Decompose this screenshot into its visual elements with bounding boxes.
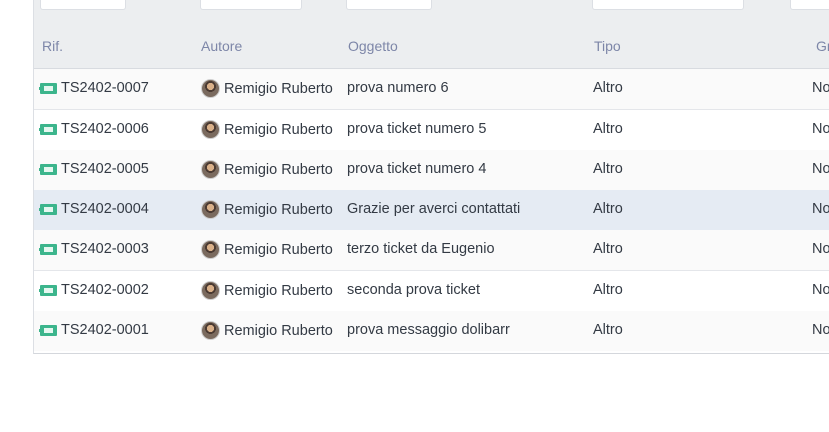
- ticket-group: No: [812, 241, 829, 257]
- ticket-subject: terzo ticket da Eugenio: [347, 241, 495, 257]
- user-avatar: [201, 200, 220, 219]
- ticket-subject: seconda prova ticket: [347, 282, 480, 298]
- filter-subject-input[interactable]: [346, 0, 432, 10]
- ticket-group: No: [812, 282, 829, 298]
- column-header-group[interactable]: Gr: [816, 38, 829, 54]
- ticket-icon: [39, 243, 57, 255]
- ticket-ref-link[interactable]: TS2402-0004: [39, 201, 149, 217]
- ticket-subject: prova ticket numero 4: [347, 161, 487, 177]
- ticket-ref-text[interactable]: TS2402-0003: [61, 241, 149, 257]
- ticket-type: Altro: [593, 241, 623, 257]
- ticket-ref-text[interactable]: TS2402-0005: [61, 161, 149, 177]
- table-row[interactable]: TS2402-0002 Remigio Ruberto seconda prov…: [34, 271, 829, 312]
- author-link[interactable]: Remigio Ruberto: [201, 200, 333, 219]
- filter-group-select[interactable]: [790, 0, 829, 10]
- ticket-icon: [39, 163, 57, 175]
- ticket-subject: prova numero 6: [347, 80, 449, 96]
- filter-author-input[interactable]: [200, 0, 302, 10]
- ticket-list-table: Rif. Autore Oggetto Tipo Gr TS2402-0007 …: [33, 0, 829, 354]
- filter-row: [34, 0, 829, 26]
- table-row[interactable]: TS2402-0003 Remigio Ruberto terzo ticket…: [34, 230, 829, 271]
- ticket-group: No: [812, 161, 829, 177]
- author-name[interactable]: Remigio Ruberto: [224, 122, 333, 138]
- column-header-ref[interactable]: Rif.: [42, 38, 63, 54]
- ticket-icon: [39, 284, 57, 296]
- table-row[interactable]: TS2402-0005 Remigio Ruberto prova ticket…: [34, 150, 829, 191]
- ticket-icon: [39, 123, 57, 135]
- ticket-ref-link[interactable]: TS2402-0006: [39, 121, 149, 137]
- author-link[interactable]: Remigio Ruberto: [201, 240, 333, 259]
- ticket-ref-text[interactable]: TS2402-0006: [61, 121, 149, 137]
- column-header-subject[interactable]: Oggetto: [348, 38, 398, 54]
- author-name[interactable]: Remigio Ruberto: [224, 162, 333, 178]
- ticket-type: Altro: [593, 282, 623, 298]
- user-avatar: [201, 281, 220, 300]
- ticket-group: No: [812, 201, 829, 217]
- table-row[interactable]: TS2402-0007 Remigio Ruberto prova numero…: [34, 69, 829, 110]
- ticket-type: Altro: [593, 322, 623, 338]
- author-name[interactable]: Remigio Ruberto: [224, 283, 333, 299]
- ticket-ref-text[interactable]: TS2402-0007: [61, 80, 149, 96]
- ticket-subject: Grazie per averci contattati: [347, 201, 521, 217]
- ticket-icon: [39, 324, 57, 336]
- ticket-subject: prova messaggio dolibarr: [347, 322, 510, 338]
- table-header: Rif. Autore Oggetto Tipo Gr: [34, 26, 829, 69]
- user-avatar: [201, 240, 220, 259]
- table-row[interactable]: TS2402-0006 Remigio Ruberto prova ticket…: [34, 110, 829, 151]
- ticket-type: Altro: [593, 161, 623, 177]
- ticket-ref-link[interactable]: TS2402-0005: [39, 161, 149, 177]
- ticket-type: Altro: [593, 121, 623, 137]
- filter-ref-input[interactable]: [40, 0, 126, 10]
- author-link[interactable]: Remigio Ruberto: [201, 160, 333, 179]
- column-header-type[interactable]: Tipo: [594, 38, 621, 54]
- ticket-ref-link[interactable]: TS2402-0002: [39, 282, 149, 298]
- author-name[interactable]: Remigio Ruberto: [224, 202, 333, 218]
- user-avatar: [201, 120, 220, 139]
- author-name[interactable]: Remigio Ruberto: [224, 81, 333, 97]
- user-avatar: [201, 160, 220, 179]
- author-link[interactable]: Remigio Ruberto: [201, 281, 333, 300]
- ticket-icon: [39, 203, 57, 215]
- ticket-group: No: [812, 80, 829, 96]
- author-name[interactable]: Remigio Ruberto: [224, 323, 333, 339]
- author-link[interactable]: Remigio Ruberto: [201, 120, 333, 139]
- ticket-group: No: [812, 121, 829, 137]
- table-row[interactable]: TS2402-0004 Remigio Ruberto Grazie per a…: [34, 190, 829, 231]
- author-name[interactable]: Remigio Ruberto: [224, 242, 333, 258]
- ticket-group: No: [812, 322, 829, 338]
- ticket-subject: prova ticket numero 5: [347, 121, 487, 137]
- ticket-ref-text[interactable]: TS2402-0001: [61, 322, 149, 338]
- ticket-ref-text[interactable]: TS2402-0002: [61, 282, 149, 298]
- table-row[interactable]: TS2402-0001 Remigio Ruberto prova messag…: [34, 311, 829, 351]
- ticket-ref-link[interactable]: TS2402-0003: [39, 241, 149, 257]
- ticket-ref-link[interactable]: TS2402-0007: [39, 80, 149, 96]
- ticket-ref-link[interactable]: TS2402-0001: [39, 322, 149, 338]
- ticket-ref-text[interactable]: TS2402-0004: [61, 201, 149, 217]
- author-link[interactable]: Remigio Ruberto: [201, 79, 333, 98]
- ticket-icon: [39, 82, 57, 94]
- ticket-type: Altro: [593, 80, 623, 96]
- filter-type-select[interactable]: [592, 0, 744, 10]
- author-link[interactable]: Remigio Ruberto: [201, 321, 333, 340]
- column-header-author[interactable]: Autore: [201, 38, 242, 54]
- user-avatar: [201, 321, 220, 340]
- user-avatar: [201, 79, 220, 98]
- ticket-type: Altro: [593, 201, 623, 217]
